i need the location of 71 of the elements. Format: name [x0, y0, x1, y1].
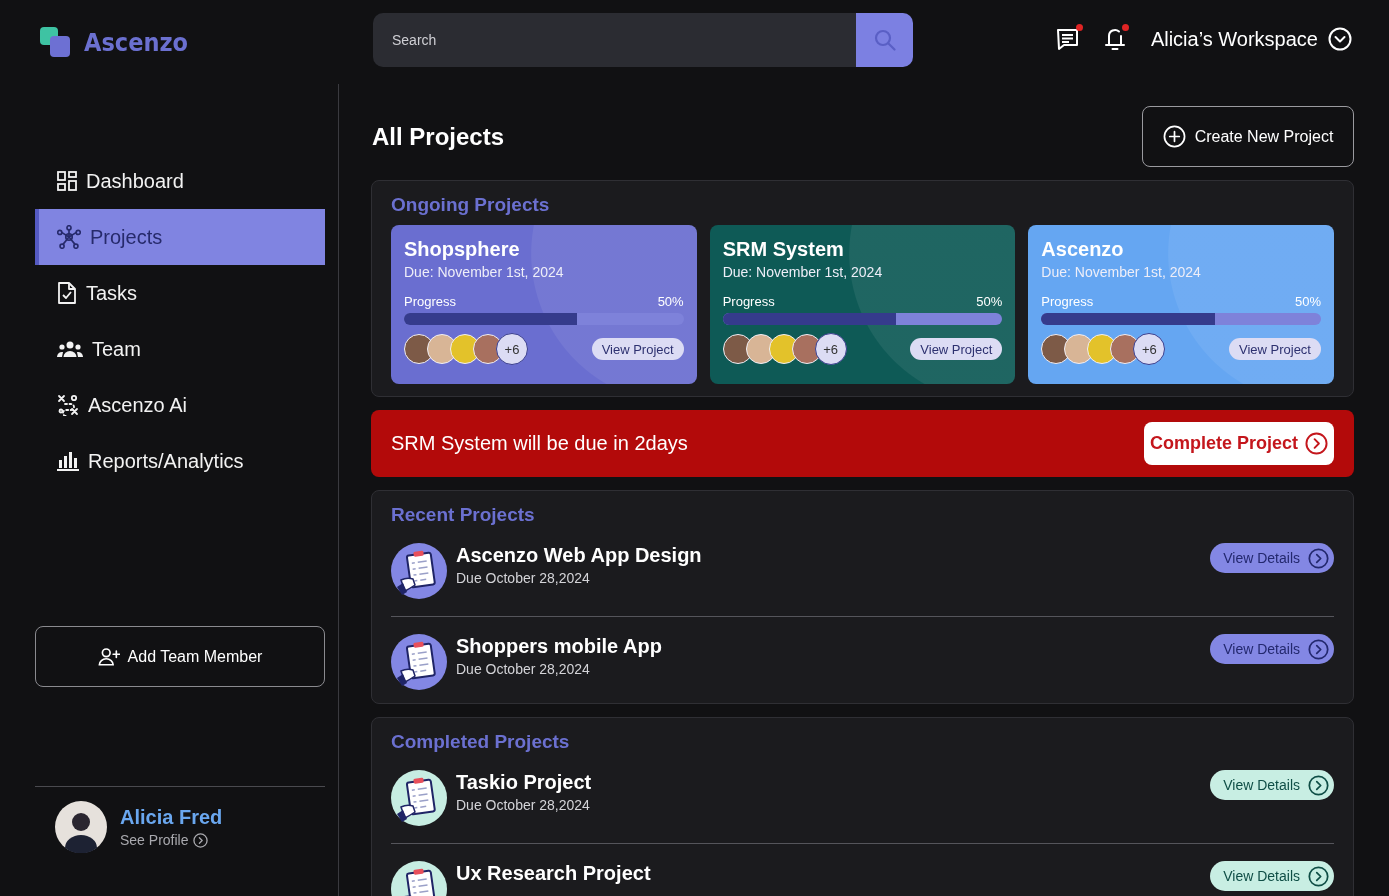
network-icon — [57, 225, 81, 249]
route-icon — [57, 394, 79, 416]
clipboard-icon — [391, 770, 447, 826]
view-project-button[interactable]: View Project — [1228, 338, 1321, 360]
bar-chart-icon — [57, 451, 79, 471]
due-date: Due October 28,2024 — [456, 660, 591, 678]
due-date: Due: November 1st, 2024 — [404, 263, 565, 281]
see-profile-link[interactable]: See Profile — [120, 832, 223, 848]
nav-item[interactable]: Ascenzo Ai — [35, 377, 325, 433]
clipboard-icon — [391, 543, 447, 599]
chevron-right-icon — [1308, 774, 1329, 796]
chevron-right-icon — [1308, 865, 1329, 887]
nav-item[interactable]: Projects — [35, 209, 325, 265]
document-check-icon — [57, 282, 77, 304]
create-project-button[interactable]: Create New Project — [1142, 106, 1354, 167]
progress-percent: 50% — [976, 294, 1003, 310]
project-title: Shoppers mobile App — [456, 634, 662, 658]
people-icon — [57, 340, 83, 358]
workspace-menu[interactable]: Alicia’s Workspace — [1150, 27, 1352, 51]
page-title: All Projects — [372, 122, 505, 151]
card-title: Ascenzo — [1041, 237, 1125, 261]
view-details-button[interactable]: View Details — [1210, 543, 1334, 573]
project-title: Ux Research Project — [456, 861, 651, 885]
profile-name: Alicia Fred — [120, 806, 223, 829]
nav-item[interactable]: Reports/Analytics — [35, 433, 325, 489]
view-details-button[interactable]: View Details — [1210, 770, 1334, 800]
search-field[interactable]: Search — [373, 13, 856, 67]
progress-percent: 50% — [657, 294, 684, 310]
nav-item[interactable]: Dashboard — [35, 153, 325, 209]
due-date: Due October 28,2024 — [456, 796, 591, 814]
bell-icon[interactable] — [1103, 27, 1126, 51]
member-count: +6 — [814, 333, 847, 365]
progress-percent: 50% — [1294, 294, 1321, 310]
search-icon — [873, 29, 896, 51]
add-team-member-button[interactable]: Add Team Member — [35, 626, 325, 687]
card-title: SRM System — [722, 237, 845, 261]
due-date: Due: November 1st, 2024 — [722, 263, 884, 281]
chevron-down-icon — [1328, 27, 1352, 51]
grid-icon — [57, 171, 77, 191]
project-title: Ascenzo Web App Design — [456, 543, 702, 567]
logo-text: Ascenzo — [84, 27, 188, 57]
chevron-right-icon — [1308, 547, 1329, 569]
view-project-button[interactable]: View Project — [910, 338, 1003, 360]
section-title: Recent Projects — [391, 504, 536, 526]
member-count: +6 — [1133, 333, 1166, 365]
chevron-right-icon — [1305, 432, 1328, 455]
plus-circle-icon — [1162, 125, 1186, 148]
due-date: Due October 28,2024 — [456, 569, 591, 587]
nav-item[interactable]: Tasks — [35, 265, 325, 321]
progress-label: Progress — [404, 294, 457, 310]
profile-avatar[interactable] — [55, 801, 107, 853]
progress-label: Progress — [1041, 294, 1094, 310]
logo-icon — [40, 27, 70, 57]
project-title: Taskio Project — [456, 770, 592, 794]
section-title: Completed Projects — [391, 731, 571, 753]
nav-item[interactable]: Team — [35, 321, 325, 377]
clipboard-icon — [391, 634, 447, 690]
chevron-right-icon — [193, 832, 209, 848]
view-details-button[interactable]: View Details — [1210, 861, 1334, 891]
section-title: Ongoing Projects — [391, 193, 551, 217]
chevron-right-icon — [1308, 638, 1329, 660]
view-project-button[interactable]: View Project — [591, 338, 684, 360]
alert-message: SRM System will be due in 2days — [391, 432, 688, 455]
user-plus-icon — [97, 647, 120, 666]
card-title: Shopsphere — [404, 237, 521, 261]
progress-label: Progress — [722, 294, 775, 310]
chat-icon[interactable] — [1055, 27, 1080, 51]
due-date: Due: November 1st, 2024 — [1041, 263, 1202, 281]
complete-project-button[interactable]: Complete Project — [1143, 422, 1334, 465]
view-details-button[interactable]: View Details — [1210, 634, 1334, 664]
member-count: +6 — [496, 333, 528, 365]
